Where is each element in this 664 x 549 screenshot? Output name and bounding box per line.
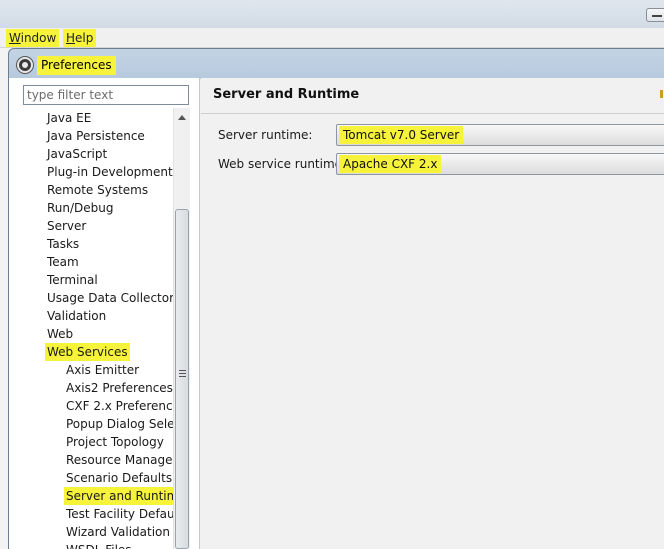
- preferences-tree-pane: Java EEJava PersistenceJavaScriptPlug-in…: [9, 78, 200, 549]
- tree-item[interactable]: JavaScript: [45, 145, 109, 163]
- tree-item[interactable]: Java EE: [45, 109, 93, 127]
- tree-item[interactable]: Web Services: [45, 343, 130, 361]
- scroll-up-icon[interactable]: [174, 110, 190, 126]
- scroll-thumb[interactable]: [175, 209, 189, 549]
- ws-runtime-combo[interactable]: Apache CXF 2.x: [336, 153, 664, 175]
- ws-runtime-label: Web service runtime:: [218, 157, 347, 171]
- menu-help[interactable]: Help: [63, 29, 97, 47]
- dialog-titlebar: Preferences: [9, 49, 664, 79]
- tree-item[interactable]: Terminal: [45, 271, 100, 289]
- tree-item[interactable]: Axis2 Preferences: [64, 379, 173, 397]
- menubar: Window Help: [0, 28, 664, 48]
- tree-item[interactable]: Resource Management: [64, 451, 173, 469]
- dialog-title: Preferences: [37, 56, 116, 75]
- tree-item[interactable]: Server: [45, 217, 88, 235]
- tree-item[interactable]: Scenario Defaults: [64, 469, 173, 487]
- title-separator: [201, 113, 664, 114]
- tree-item[interactable]: Tasks: [45, 235, 81, 253]
- tree-item[interactable]: Wizard Validation: [64, 523, 172, 541]
- server-runtime-label: Server runtime:: [218, 128, 313, 142]
- grip-icon: [179, 370, 186, 377]
- back-arrow-icon[interactable]: [660, 90, 664, 98]
- eclipse-icon: [17, 57, 33, 73]
- ws-runtime-value: Apache CXF 2.x: [339, 155, 442, 173]
- minimize-icon[interactable]: [646, 8, 664, 22]
- filter-input[interactable]: [23, 85, 189, 105]
- server-runtime-value: Tomcat v7.0 Server: [339, 126, 464, 144]
- tree-item[interactable]: Team: [45, 253, 81, 271]
- tree-item[interactable]: WSDL Files: [64, 541, 134, 549]
- tree-item[interactable]: Java Persistence: [45, 127, 147, 145]
- tree-scrollbar[interactable]: [173, 108, 190, 549]
- tree-item[interactable]: Project Topology: [64, 433, 166, 451]
- tree-item[interactable]: Plug-in Development: [45, 163, 173, 181]
- main-window-titlebar: [0, 0, 664, 28]
- preference-page: Server and Runtime Server runtime: Tomca…: [201, 78, 664, 549]
- tree-item[interactable]: Usage Data Collector: [45, 289, 173, 307]
- tree-item[interactable]: Server and Runtime: [64, 487, 173, 505]
- tree-item[interactable]: Axis Emitter: [64, 361, 141, 379]
- tree-item[interactable]: Test Facility Defaults: [64, 505, 173, 523]
- preferences-tree: Java EE Java Persistence JavaScript Plug-in…: [9, 108, 173, 549]
- tree-item[interactable]: CXF 2.x Preferences: [64, 397, 173, 415]
- tree-item[interactable]: Web: [45, 325, 75, 343]
- tree-item[interactable]: Remote Systems: [45, 181, 150, 199]
- tree-item[interactable]: Popup Dialog Selection: [64, 415, 173, 433]
- tree-item[interactable]: Run/Debug: [45, 199, 116, 217]
- server-runtime-combo[interactable]: Tomcat v7.0 Server: [336, 124, 664, 146]
- menu-window[interactable]: Window: [6, 29, 60, 47]
- tree-item[interactable]: Validation: [45, 307, 108, 325]
- page-title: Server and Runtime: [213, 87, 360, 102]
